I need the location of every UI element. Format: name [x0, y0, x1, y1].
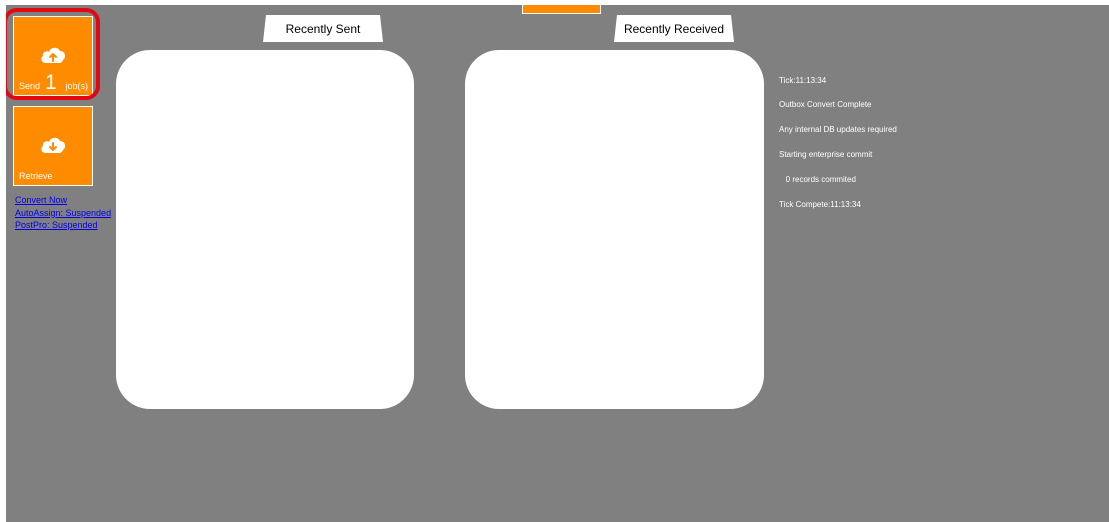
retrieve-label: Retrieve — [19, 171, 53, 181]
main-window: Send 1 job(s) Retrieve Convert Now AutoA… — [6, 5, 1109, 522]
retrieve-button[interactable]: Retrieve — [13, 106, 93, 186]
convert-now-link[interactable]: Convert Now — [15, 194, 111, 207]
top-tab-indicator[interactable] — [522, 5, 601, 14]
log-line: Any internal DB updates required — [779, 125, 897, 135]
send-jobs-unit: job(s) — [65, 81, 88, 91]
log-line: Tick Compete:11:13:34 — [779, 200, 861, 210]
log-line: Tick:11:13:34 — [779, 75, 827, 85]
recently-sent-title: Recently Sent — [263, 15, 383, 42]
send-job-count: 1 — [45, 71, 57, 94]
log-line: Starting enterprise commit — [779, 150, 873, 160]
recently-received-list[interactable] — [465, 50, 764, 409]
log-line: 0 records commited — [779, 175, 856, 185]
send-jobs-button[interactable]: Send 1 job(s) — [13, 16, 93, 96]
cloud-upload-icon — [41, 47, 66, 63]
send-label: Send — [19, 81, 41, 91]
action-links: Convert Now AutoAssign: Suspended PostPr… — [15, 194, 111, 232]
status-log: Tick:11:13:34 Outbox Convert Complete An… — [779, 60, 897, 226]
cloud-download-icon — [41, 137, 66, 153]
autoassign-link[interactable]: AutoAssign: Suspended — [15, 207, 111, 220]
postpro-link[interactable]: PostPro: Suspended — [15, 219, 111, 232]
recently-received-title: Recently Received — [614, 15, 734, 42]
log-line: Outbox Convert Complete — [779, 100, 872, 110]
recently-sent-list[interactable] — [116, 50, 414, 409]
